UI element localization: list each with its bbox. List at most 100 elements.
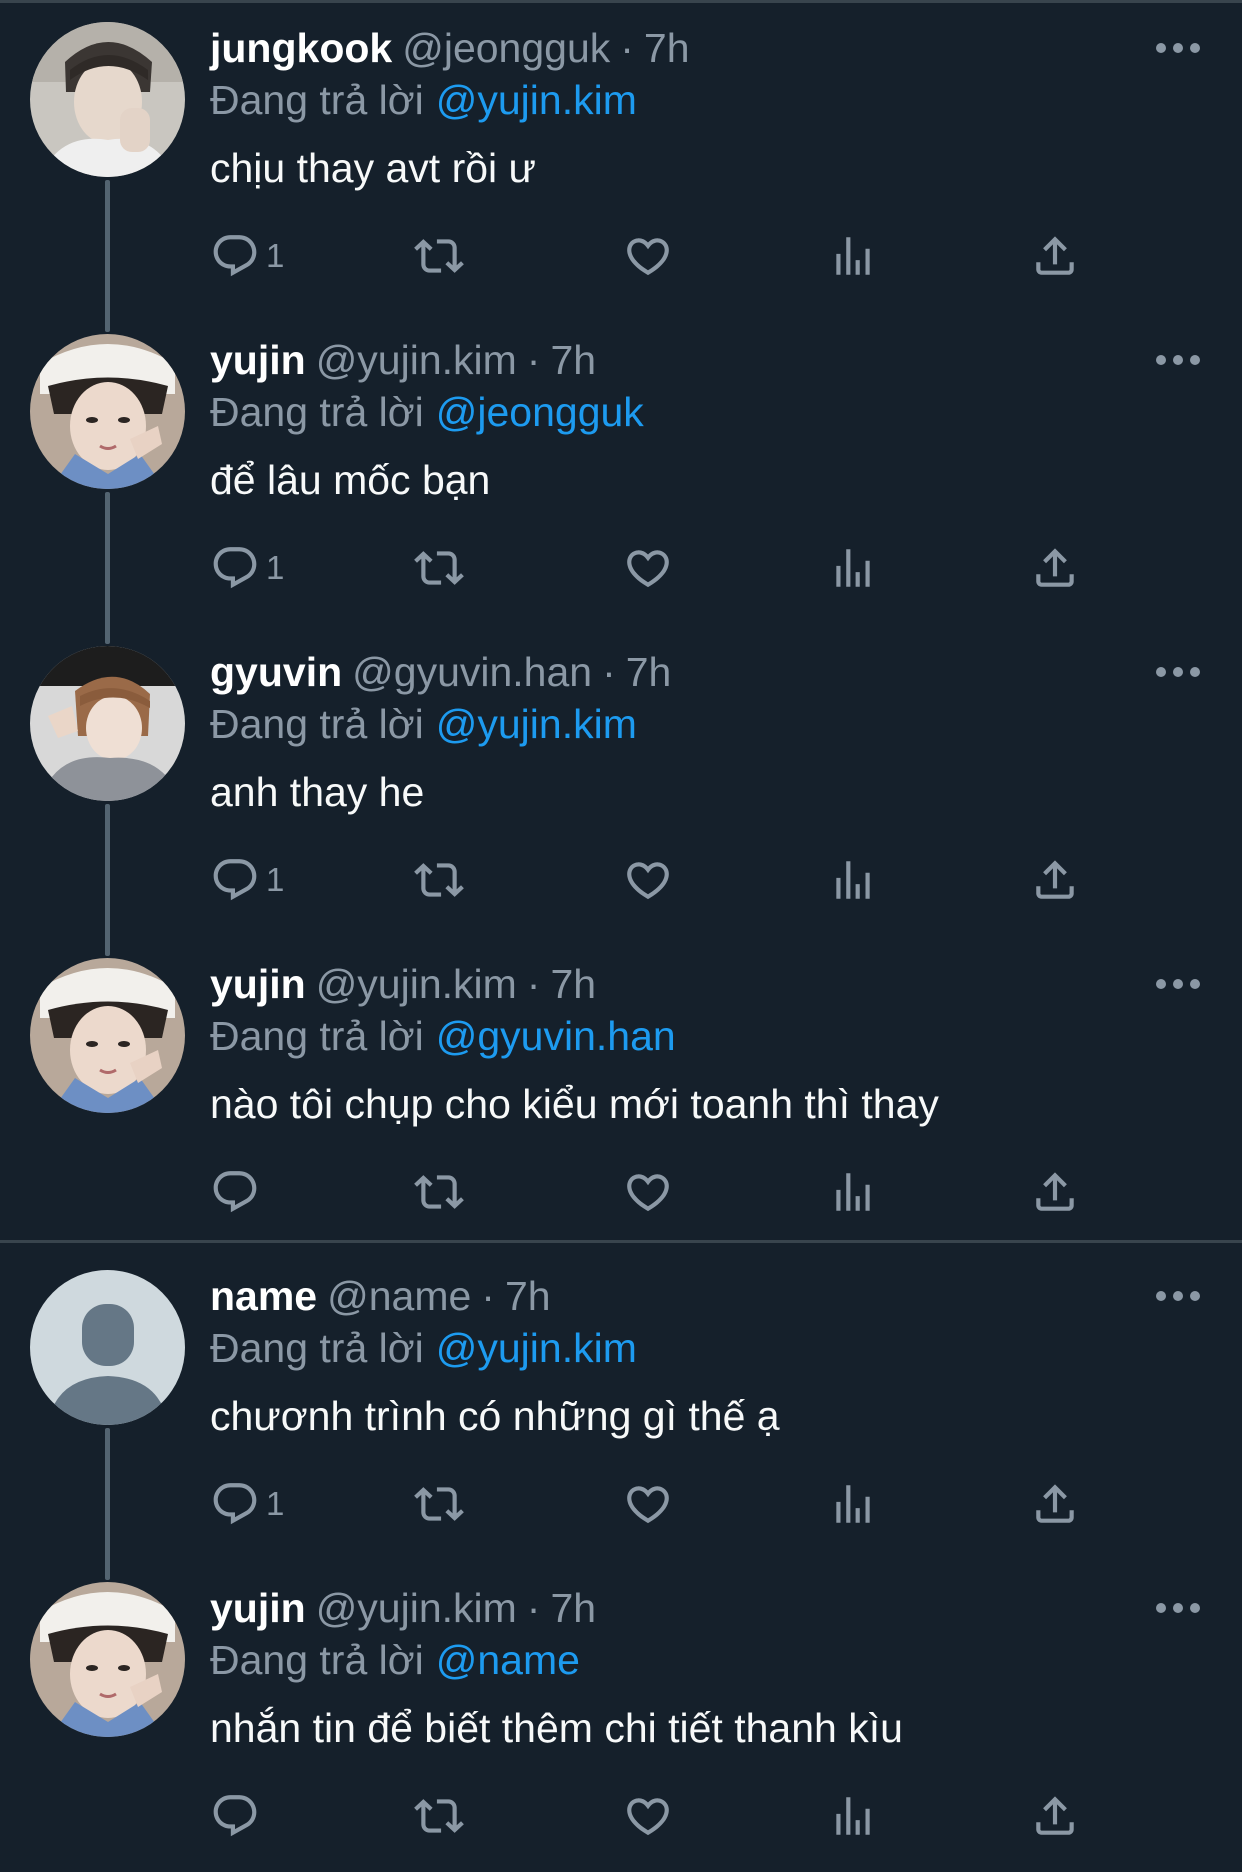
retweet-button[interactable] <box>414 1788 464 1844</box>
user-handle[interactable]: @yujin.kim <box>316 337 517 383</box>
reply-icon <box>213 235 257 277</box>
user-handle[interactable]: @yujin.kim <box>316 961 517 1007</box>
mention-link[interactable]: @yujin.kim <box>436 701 637 747</box>
reply-count: 1 <box>266 1485 285 1522</box>
views-icon <box>836 1797 870 1835</box>
views-button[interactable] <box>828 1788 878 1844</box>
display-name[interactable]: name <box>210 1273 317 1319</box>
retweet-button[interactable] <box>414 228 464 284</box>
views-button[interactable] <box>828 1476 878 1532</box>
reply-button[interactable]: 1 <box>210 1476 284 1532</box>
more-options-icon[interactable] <box>1156 1598 1200 1618</box>
mention-link[interactable]: @name <box>436 1637 580 1683</box>
timestamp[interactable]: 7h <box>550 961 596 1007</box>
share-button[interactable] <box>1030 1164 1080 1220</box>
retweet-icon <box>414 551 464 585</box>
tweet[interactable]: yujin @yujin.kim · 7h Đang trả lời @name nhắ… <box>0 1560 1242 1872</box>
replying-to: Đang trả lời @yujin.kim <box>210 1322 637 1374</box>
tweet[interactable]: jungkook @jeongguk · 7h Đang trả lời @yujin.… <box>0 0 1242 312</box>
retweet-icon <box>414 1799 464 1833</box>
timestamp[interactable]: 7h <box>644 25 690 71</box>
like-button[interactable] <box>623 1164 673 1220</box>
reply-button[interactable] <box>210 1788 266 1844</box>
tweet-text: nhắn tin để biết thêm chi tiết thanh kìu <box>210 1705 903 1751</box>
retweet-button[interactable] <box>414 540 464 596</box>
retweet-button[interactable] <box>414 1164 464 1220</box>
separator-dot: · <box>602 649 616 695</box>
tweet[interactable]: yujin @yujin.kim · 7h Đang trả lời @jeongguk… <box>0 312 1242 624</box>
avatar[interactable] <box>30 646 185 801</box>
separator-dot: · <box>481 1273 495 1319</box>
tweet-text: anh thay he <box>210 769 425 815</box>
replying-to: Đang trả lời @yujin.kim <box>210 698 637 750</box>
separator-dot: · <box>526 1585 541 1631</box>
mention-link[interactable]: @yujin.kim <box>436 1325 637 1371</box>
more-options-icon[interactable] <box>1156 974 1200 994</box>
like-button[interactable] <box>623 852 673 908</box>
timestamp[interactable]: 7h <box>550 1585 596 1631</box>
retweet-button[interactable] <box>414 852 464 908</box>
share-icon <box>1036 1172 1074 1211</box>
mention-link[interactable]: @yujin.kim <box>436 77 637 123</box>
default-avatar[interactable] <box>30 1270 185 1425</box>
display-name[interactable]: yujin <box>210 961 306 1007</box>
tweet-text: chươnh trình có những gì thế ạ <box>210 1393 780 1439</box>
action-bar <box>210 1164 1110 1220</box>
more-options-icon[interactable] <box>1156 1286 1200 1306</box>
avatar[interactable] <box>30 958 185 1113</box>
share-button[interactable] <box>1030 1476 1080 1532</box>
avatar[interactable] <box>30 22 185 177</box>
views-button[interactable] <box>828 540 878 596</box>
share-button[interactable] <box>1030 852 1080 908</box>
views-button[interactable] <box>828 852 878 908</box>
reply-button[interactable]: 1 <box>210 228 284 284</box>
heart-icon <box>627 550 669 588</box>
display-name[interactable]: gyuvin <box>210 649 342 695</box>
tweet[interactable]: name @name · 7h Đang trả lời @yujin.kim chươ… <box>0 1248 1242 1560</box>
tweet[interactable]: yujin @yujin.kim · 7h Đang trả lời @gyuvin.h… <box>0 936 1242 1248</box>
display-name[interactable]: jungkook <box>210 25 392 71</box>
like-button[interactable] <box>623 1788 673 1844</box>
share-icon <box>1036 1796 1074 1835</box>
timestamp[interactable]: 7h <box>550 337 596 383</box>
like-button[interactable] <box>623 540 673 596</box>
share-button[interactable] <box>1030 540 1080 596</box>
action-bar: 1 <box>210 228 1110 284</box>
retweet-button[interactable] <box>414 1476 464 1532</box>
avatar[interactable] <box>30 334 185 489</box>
reply-button[interactable]: 1 <box>210 540 284 596</box>
timestamp[interactable]: 7h <box>505 1273 551 1319</box>
share-button[interactable] <box>1030 228 1080 284</box>
views-button[interactable] <box>828 1164 878 1220</box>
views-icon <box>836 237 870 275</box>
views-button[interactable] <box>828 228 878 284</box>
more-options-icon[interactable] <box>1156 38 1200 58</box>
replying-to: Đang trả lời @jeongguk <box>210 386 644 438</box>
tweet-header: yujin @yujin.kim · 7h <box>210 1580 596 1636</box>
reply-button[interactable] <box>210 1164 266 1220</box>
mention-link[interactable]: @jeongguk <box>436 389 644 435</box>
tweet-text: nào tôi chụp cho kiểu mới toanh thì thay <box>210 1081 939 1127</box>
tweet-header: yujin @yujin.kim · 7h <box>210 332 596 388</box>
user-handle[interactable]: @name <box>327 1273 471 1319</box>
user-handle[interactable]: @gyuvin.han <box>352 649 592 695</box>
tweet[interactable]: gyuvin @gyuvin.han · 7h Đang trả lời @yujin.… <box>0 624 1242 936</box>
mention-link[interactable]: @gyuvin.han <box>436 1013 676 1059</box>
display-name[interactable]: yujin <box>210 1585 306 1631</box>
more-options-icon[interactable] <box>1156 350 1200 370</box>
like-button[interactable] <box>623 1476 673 1532</box>
user-handle[interactable]: @yujin.kim <box>316 1585 517 1631</box>
reply-count: 1 <box>266 549 285 586</box>
like-button[interactable] <box>623 228 673 284</box>
timestamp[interactable]: 7h <box>626 649 672 695</box>
display-name[interactable]: yujin <box>210 337 306 383</box>
reply-button[interactable]: 1 <box>210 852 284 908</box>
share-button[interactable] <box>1030 1788 1080 1844</box>
avatar[interactable] <box>30 1582 185 1737</box>
user-handle[interactable]: @jeongguk <box>402 25 610 71</box>
separator-dot: · <box>526 337 541 383</box>
replying-to: Đang trả lời @yujin.kim <box>210 74 637 126</box>
replying-to: Đang trả lời @name <box>210 1634 580 1686</box>
heart-icon <box>627 1486 669 1524</box>
more-options-icon[interactable] <box>1156 662 1200 682</box>
